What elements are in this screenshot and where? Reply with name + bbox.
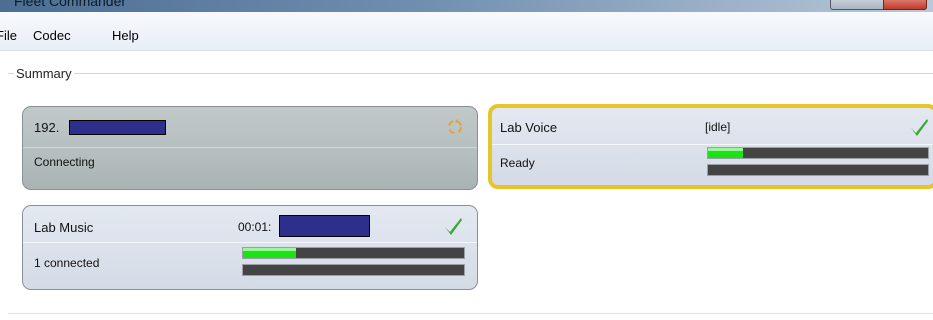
codec-name: Lab Voice bbox=[500, 120, 558, 135]
redaction-block bbox=[279, 215, 370, 237]
busy-icon bbox=[448, 119, 462, 134]
audio-meter-right bbox=[707, 164, 929, 176]
summary-bottom-divider bbox=[8, 313, 933, 314]
card-separator bbox=[23, 242, 477, 243]
audio-meter-left bbox=[707, 147, 929, 159]
title-bar: Fleet Commander bbox=[0, 0, 933, 12]
codec-info: 00:01: bbox=[238, 220, 272, 234]
codec-status: 1 connected bbox=[34, 256, 100, 270]
audio-meter-right bbox=[242, 264, 465, 276]
codec-info: [idle] bbox=[705, 120, 731, 134]
menu-codec[interactable]: Codec bbox=[33, 28, 71, 43]
codec-card-lab-voice[interactable]: Lab Voice [idle] Ready bbox=[488, 104, 933, 189]
summary-label: Summary bbox=[14, 66, 74, 81]
codec-name: Lab Music bbox=[34, 220, 94, 235]
card-separator bbox=[23, 147, 477, 148]
check-icon bbox=[911, 119, 928, 136]
codec-card-connecting[interactable]: 192. Connecting bbox=[22, 106, 478, 190]
codec-name: 192. bbox=[34, 120, 60, 135]
codec-card-lab-music[interactable]: Lab Music 00:01: 1 connected bbox=[22, 205, 478, 290]
menu-bar: File Codec Help bbox=[0, 12, 933, 51]
summary-divider bbox=[8, 73, 933, 74]
menu-file[interactable]: File bbox=[0, 28, 17, 43]
codec-status: Connecting bbox=[34, 155, 95, 169]
audio-meter-left bbox=[242, 247, 465, 259]
window-title: Fleet Commander bbox=[14, 0, 127, 9]
window-controls[interactable] bbox=[830, 0, 927, 10]
codec-status: Ready bbox=[500, 156, 535, 170]
menu-help[interactable]: Help bbox=[112, 28, 139, 43]
card-separator bbox=[492, 144, 933, 145]
redaction-block bbox=[69, 120, 166, 135]
check-icon bbox=[445, 218, 462, 235]
close-icon[interactable] bbox=[883, 0, 927, 10]
